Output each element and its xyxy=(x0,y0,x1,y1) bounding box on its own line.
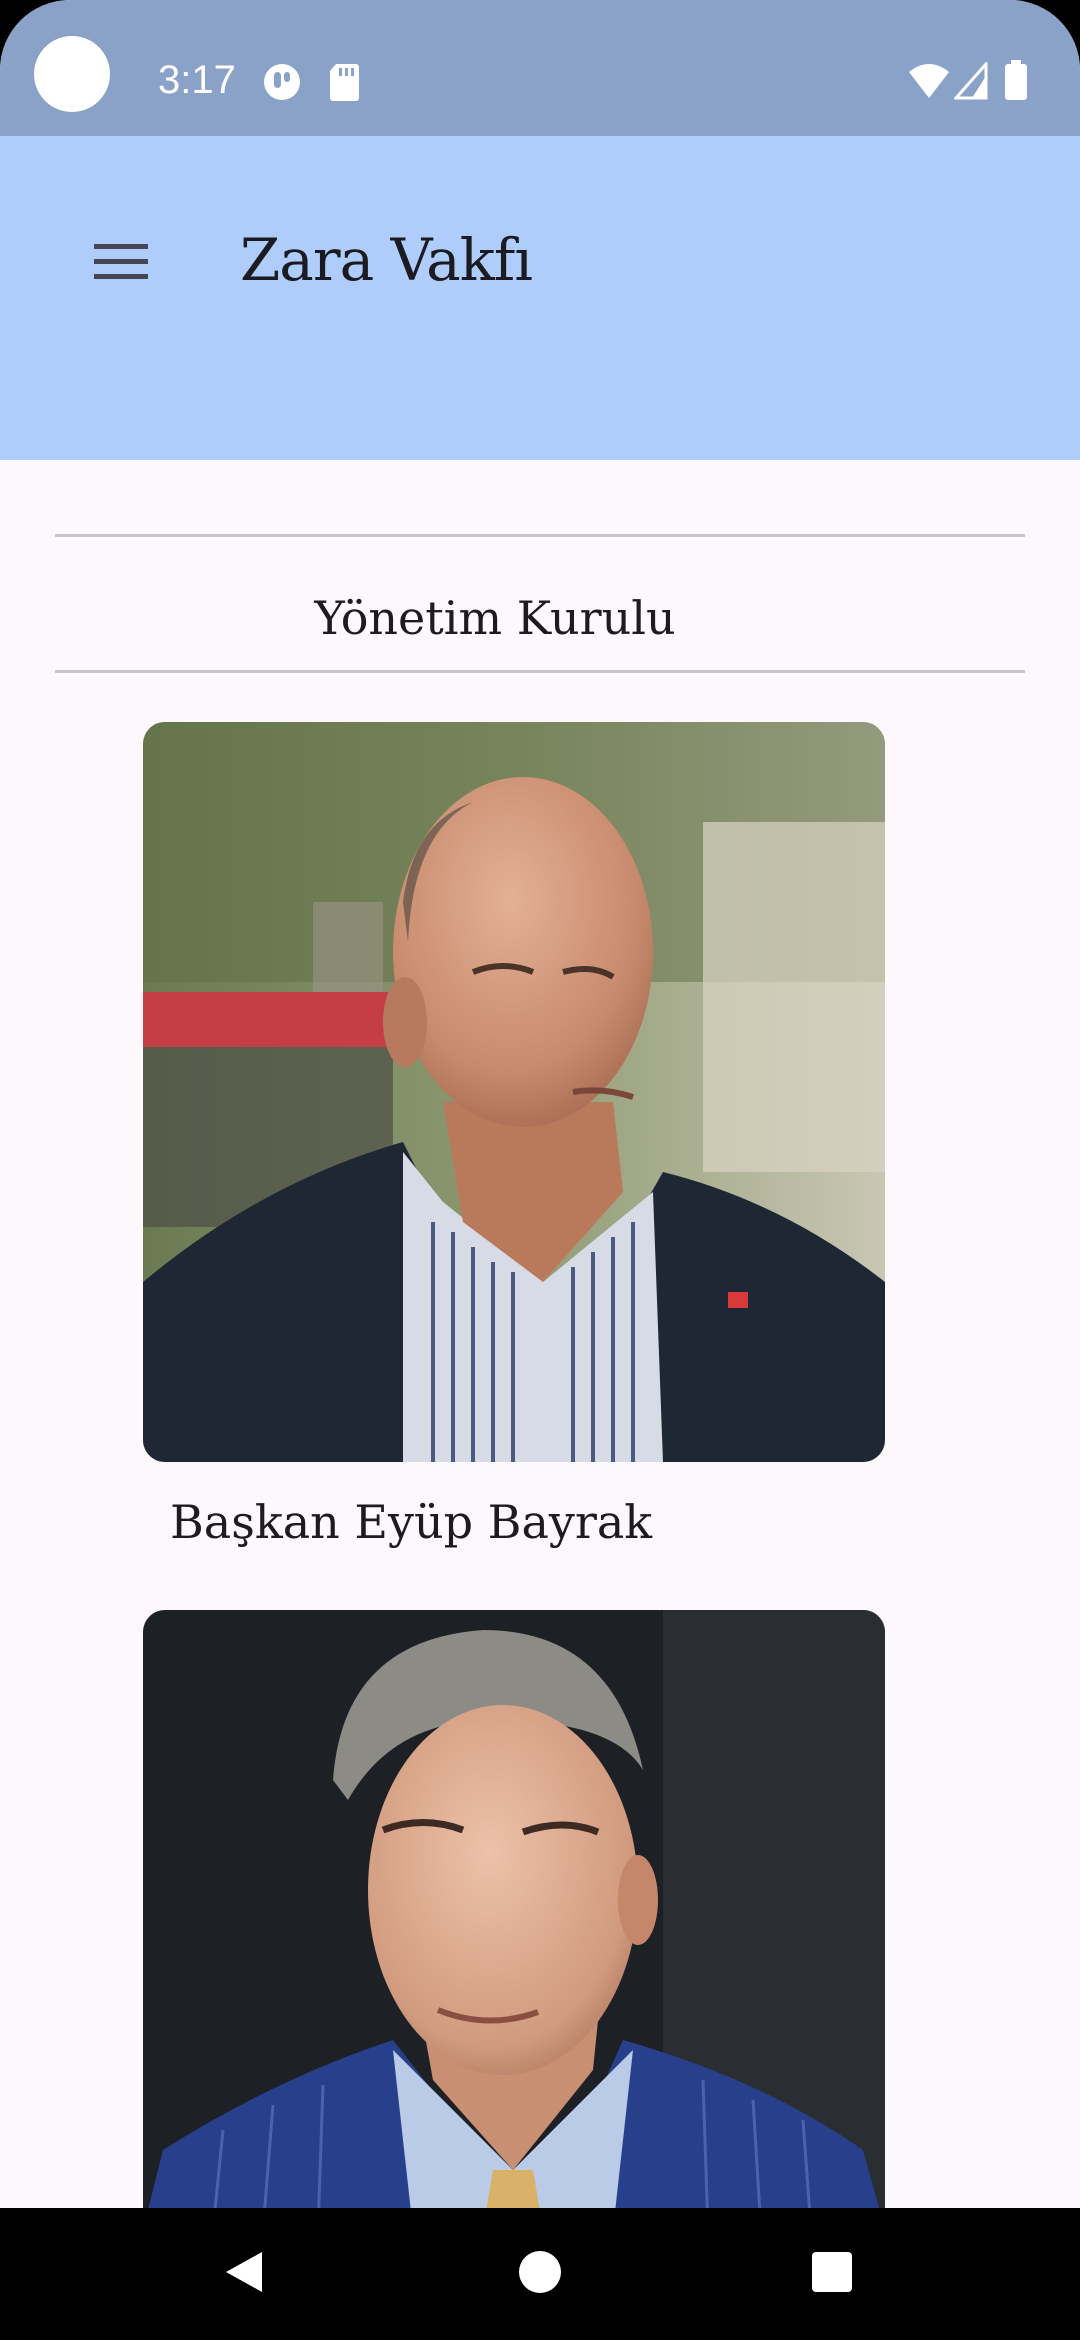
back-button[interactable] xyxy=(204,2234,284,2314)
battery-icon xyxy=(1004,60,1028,104)
signal-icon xyxy=(952,60,988,104)
status-bar: 3:17 xyxy=(0,0,1080,136)
back-icon xyxy=(222,2248,266,2300)
wifi-icon xyxy=(908,62,950,104)
status-time: 3:17 xyxy=(158,58,236,102)
recents-icon xyxy=(810,2250,854,2298)
top-app-bar: Zara Vakfı xyxy=(0,136,1080,460)
portrait-image xyxy=(143,722,885,1462)
home-icon xyxy=(518,2250,562,2298)
menu-button[interactable] xyxy=(80,226,162,302)
home-button[interactable] xyxy=(500,2234,580,2314)
phone-screen: 3:17 Zara Vakfı Yönetim Kurulu Başkan Ey… xyxy=(0,0,1080,2340)
divider-top xyxy=(55,534,1025,537)
portrait-image xyxy=(143,1610,885,2230)
member-photo[interactable] xyxy=(143,1610,885,2230)
notification-app-icon xyxy=(262,62,302,106)
section-title: Yönetim Kurulu xyxy=(314,591,676,645)
camera-cutout xyxy=(34,36,110,112)
sd-card-icon xyxy=(328,62,360,106)
member-name: Başkan Eyüp Bayrak xyxy=(170,1495,653,1549)
recents-button[interactable] xyxy=(792,2234,872,2314)
member-photo[interactable] xyxy=(143,722,885,1462)
divider-bottom xyxy=(55,670,1025,673)
hamburger-menu-icon xyxy=(94,243,148,285)
system-navigation-bar xyxy=(0,2208,1080,2340)
app-title: Zara Vakfı xyxy=(240,226,533,294)
